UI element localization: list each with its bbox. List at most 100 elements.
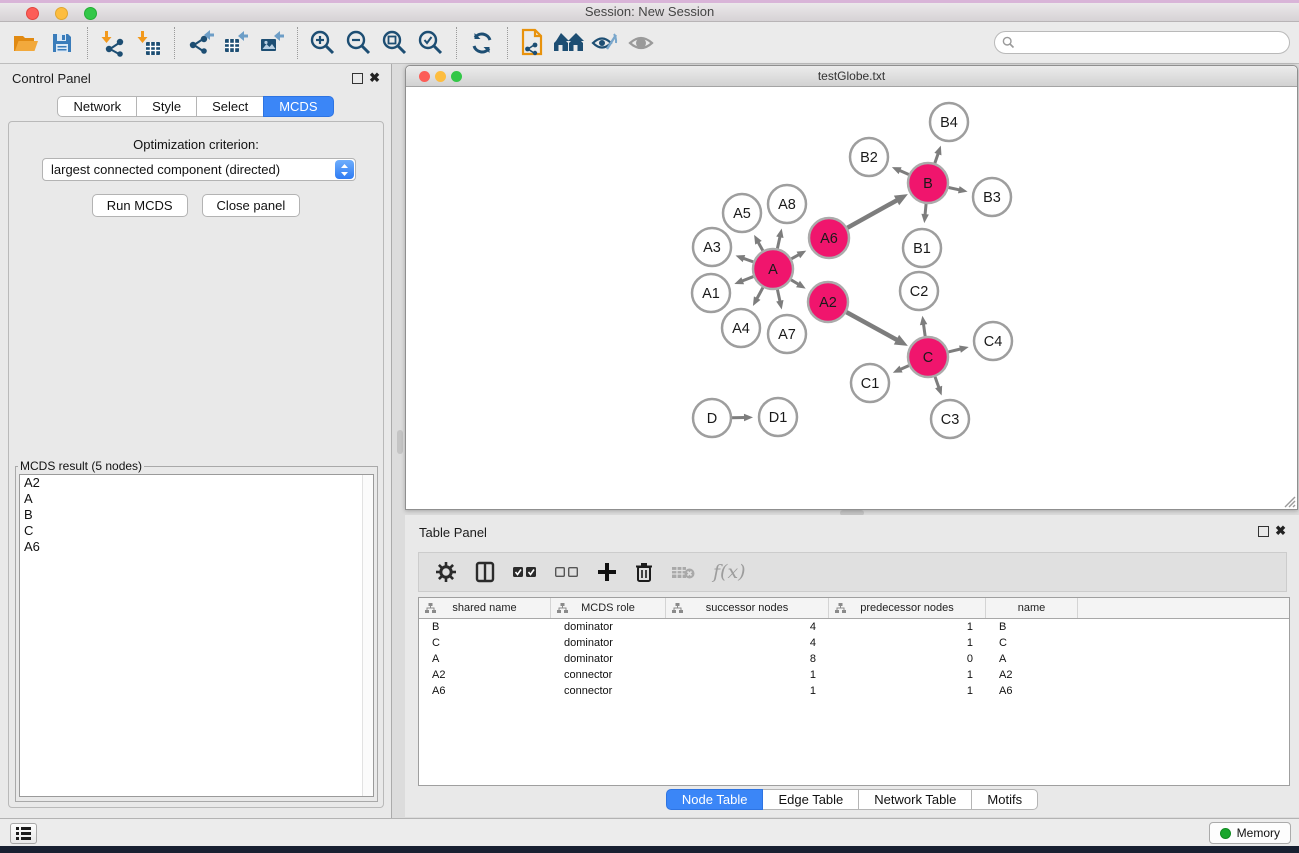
run-mcds-button[interactable]: Run MCDS bbox=[92, 194, 188, 217]
graph-edge-A-A6[interactable] bbox=[791, 251, 806, 259]
search-field[interactable] bbox=[994, 31, 1290, 54]
graph-edge-D-D1[interactable] bbox=[732, 414, 753, 421]
graph-node-A[interactable]: A bbox=[753, 249, 793, 289]
zoom-out-button[interactable] bbox=[341, 26, 377, 60]
graph-node-C1[interactable]: C1 bbox=[851, 364, 889, 402]
graph-edge-A-A4[interactable] bbox=[753, 287, 763, 306]
graph-edge-A-A5[interactable] bbox=[754, 235, 763, 251]
mcds-result-item[interactable]: C bbox=[20, 523, 373, 539]
close-table-panel-icon[interactable]: ✖ bbox=[1275, 524, 1286, 537]
window-titlebar[interactable]: Session: New Session bbox=[0, 0, 1299, 22]
mcds-result-list[interactable]: A2ABCA6 bbox=[19, 474, 374, 797]
table-tab-network-table[interactable]: Network Table bbox=[858, 789, 972, 810]
mcds-result-item[interactable]: A bbox=[20, 491, 373, 507]
network-canvas[interactable]: B4B2BB3A5A8A3A6AB1A1C2A2A4A7CC4C1C3DD1 bbox=[406, 87, 1297, 509]
close-panel-button[interactable]: Close panel bbox=[202, 194, 301, 217]
hide-details-button[interactable] bbox=[587, 26, 623, 60]
graph-node-D[interactable]: D bbox=[693, 399, 731, 437]
graph-node-C4[interactable]: C4 bbox=[974, 322, 1012, 360]
delete-column-button[interactable] bbox=[635, 562, 653, 583]
graph-edge-A-A8[interactable] bbox=[776, 228, 783, 248]
table-tab-motifs[interactable]: Motifs bbox=[971, 789, 1038, 810]
graph-edge-C-C2[interactable] bbox=[920, 316, 927, 336]
graph-node-D1[interactable]: D1 bbox=[759, 398, 797, 436]
graph-node-A5[interactable]: A5 bbox=[723, 194, 761, 232]
graph-edge-A6-B[interactable] bbox=[847, 194, 908, 228]
export-table-button[interactable] bbox=[218, 26, 254, 60]
column-header-predecessor-nodes[interactable]: predecessor nodes bbox=[829, 598, 986, 618]
column-header-shared-name[interactable]: shared name bbox=[419, 598, 551, 618]
graph-edge-B-B3[interactable] bbox=[949, 186, 968, 193]
graph-node-A4[interactable]: A4 bbox=[722, 309, 760, 347]
table-settings-button[interactable] bbox=[435, 561, 457, 583]
graph-edge-B-B1[interactable] bbox=[921, 204, 928, 223]
search-input[interactable] bbox=[1020, 34, 1289, 52]
export-network-button[interactable] bbox=[182, 26, 218, 60]
graph-node-A8[interactable]: A8 bbox=[768, 185, 806, 223]
import-table-button[interactable] bbox=[131, 26, 167, 60]
result-list-scrollbar[interactable] bbox=[362, 475, 373, 796]
graph-node-A3[interactable]: A3 bbox=[693, 228, 731, 266]
table-row[interactable]: A6connector11A6 bbox=[419, 683, 1289, 699]
graph-edge-A-A3[interactable] bbox=[736, 255, 754, 262]
column-header-name[interactable]: name bbox=[986, 598, 1078, 618]
select-all-columns-button[interactable] bbox=[513, 566, 537, 578]
graph-edge-C-C4[interactable] bbox=[948, 345, 968, 352]
graph-node-A6[interactable]: A6 bbox=[809, 218, 849, 258]
table-row[interactable]: Bdominator41B bbox=[419, 619, 1289, 635]
graph-node-C[interactable]: C bbox=[908, 337, 948, 377]
graph-edge-A-A1[interactable] bbox=[734, 277, 753, 285]
graph-node-A2[interactable]: A2 bbox=[808, 282, 848, 322]
save-session-button[interactable] bbox=[44, 26, 80, 60]
float-table-panel-icon[interactable] bbox=[1258, 526, 1269, 537]
control-tab-mcds[interactable]: MCDS bbox=[263, 96, 333, 117]
graph-node-B2[interactable]: B2 bbox=[850, 138, 888, 176]
column-header-MCDS-role[interactable]: MCDS role bbox=[551, 598, 666, 618]
graph-node-C2[interactable]: C2 bbox=[900, 272, 938, 310]
refresh-button[interactable] bbox=[464, 26, 500, 60]
graph-node-C3[interactable]: C3 bbox=[931, 400, 969, 438]
zoom-fit-button[interactable] bbox=[377, 26, 413, 60]
network-window-titlebar[interactable]: testGlobe.txt bbox=[406, 66, 1297, 87]
create-column-button[interactable] bbox=[597, 562, 617, 582]
graph-edge-C-C3[interactable] bbox=[935, 377, 942, 396]
mcds-result-item[interactable]: A6 bbox=[20, 539, 373, 555]
mcds-result-item[interactable]: A2 bbox=[20, 475, 373, 491]
graph-node-A1[interactable]: A1 bbox=[692, 274, 730, 312]
control-tab-select[interactable]: Select bbox=[196, 96, 264, 117]
graph-edge-A2-C[interactable] bbox=[846, 312, 907, 346]
table-tab-edge-table[interactable]: Edge Table bbox=[762, 789, 859, 810]
node-table[interactable]: shared nameMCDS rolesuccessor nodesprede… bbox=[418, 597, 1290, 786]
show-hide-panel-button[interactable] bbox=[623, 26, 659, 60]
task-history-button[interactable] bbox=[10, 823, 37, 844]
control-tab-network[interactable]: Network bbox=[57, 96, 137, 117]
splitter-grabber-vertical[interactable] bbox=[397, 430, 403, 454]
graph-edge-B-B2[interactable] bbox=[892, 167, 909, 174]
mcds-result-item[interactable]: B bbox=[20, 507, 373, 523]
resize-grip-icon[interactable] bbox=[1281, 493, 1296, 508]
zoom-selected-button[interactable] bbox=[413, 26, 449, 60]
zoom-in-button[interactable] bbox=[305, 26, 341, 60]
new-network-from-selection-button[interactable] bbox=[515, 26, 551, 60]
network-graph[interactable]: B4B2BB3A5A8A3A6AB1A1C2A2A4A7CC4C1C3DD1 bbox=[406, 87, 1297, 509]
control-tab-style[interactable]: Style bbox=[136, 96, 197, 117]
close-panel-icon[interactable]: ✖ bbox=[369, 71, 380, 84]
table-row[interactable]: A2connector11A2 bbox=[419, 667, 1289, 683]
column-header-successor-nodes[interactable]: successor nodes bbox=[666, 598, 829, 618]
unselect-all-columns-button[interactable] bbox=[555, 566, 579, 578]
graph-node-B[interactable]: B bbox=[908, 163, 948, 203]
graph-edge-C-C1[interactable] bbox=[893, 366, 909, 373]
table-row[interactable]: Adominator80A bbox=[419, 651, 1289, 667]
graph-node-B1[interactable]: B1 bbox=[903, 229, 941, 267]
graph-edge-B-B4[interactable] bbox=[934, 146, 941, 164]
function-builder-button[interactable]: f(x) bbox=[713, 561, 746, 583]
float-panel-icon[interactable] bbox=[352, 73, 363, 84]
graph-node-B3[interactable]: B3 bbox=[973, 178, 1011, 216]
open-session-button[interactable] bbox=[8, 26, 44, 60]
import-network-button[interactable] bbox=[95, 26, 131, 60]
memory-button[interactable]: Memory bbox=[1209, 822, 1291, 844]
export-image-button[interactable] bbox=[254, 26, 290, 60]
table-tab-node-table[interactable]: Node Table bbox=[666, 789, 764, 810]
optimization-criterion-dropdown[interactable]: largest connected component (directed) bbox=[42, 158, 356, 181]
table-row[interactable]: Cdominator41C bbox=[419, 635, 1289, 651]
